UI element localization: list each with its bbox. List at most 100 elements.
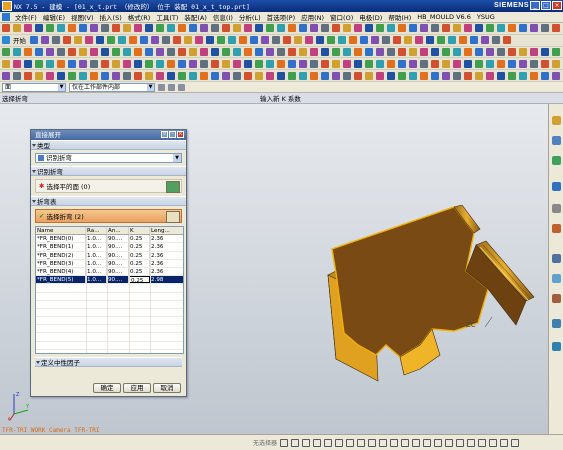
sketch-icon[interactable] [321, 47, 329, 56]
menu-window[interactable]: 窗口(O) [327, 12, 356, 22]
revolve-icon[interactable] [162, 36, 170, 45]
pattern-icon[interactable] [90, 24, 98, 33]
sketch-icon[interactable] [530, 59, 538, 68]
extrude-icon[interactable] [552, 47, 560, 56]
feature-icon[interactable] [129, 36, 137, 45]
table-cell[interactable]: 0.25 [129, 259, 150, 267]
chevron-down-icon[interactable]: ▼ [173, 154, 181, 162]
trim-icon[interactable] [156, 59, 164, 68]
snap-point-icon[interactable] [291, 438, 300, 447]
table-row[interactable]: *FR_BEND(3) 1.0... 90.... 0.25 2.36 [36, 259, 183, 268]
trim-icon[interactable] [167, 47, 175, 56]
sketch-icon[interactable] [233, 24, 241, 33]
sketch-icon[interactable] [123, 24, 131, 33]
pattern-icon[interactable] [107, 36, 115, 45]
snap-point-icon[interactable] [313, 438, 322, 447]
measure-icon[interactable] [57, 71, 65, 80]
pattern-icon[interactable] [217, 36, 225, 45]
bend-table-group-header[interactable]: 折弯表 [31, 196, 186, 206]
blend-icon[interactable] [244, 59, 252, 68]
pattern-icon[interactable] [57, 59, 65, 68]
hole-icon[interactable] [393, 36, 401, 45]
extrude-icon[interactable] [530, 71, 538, 80]
revolve-icon[interactable] [332, 59, 340, 68]
sketch-icon[interactable] [470, 36, 478, 45]
revolve-icon[interactable] [365, 24, 373, 33]
blend-icon[interactable] [134, 59, 142, 68]
feature-icon[interactable] [409, 59, 417, 68]
measure-icon[interactable] [228, 36, 236, 45]
feature-icon[interactable] [552, 24, 560, 33]
revolve-icon[interactable] [101, 71, 109, 80]
measure-icon[interactable] [497, 71, 505, 80]
blend-icon[interactable] [343, 71, 351, 80]
blend-icon[interactable] [294, 36, 302, 45]
pattern-icon[interactable] [497, 59, 505, 68]
select-bend-icon[interactable] [166, 211, 180, 223]
extrude-icon[interactable] [211, 59, 219, 68]
table-cell[interactable]: 0.25 [129, 243, 150, 251]
sketch-icon[interactable] [189, 71, 197, 80]
feature-icon[interactable] [90, 47, 98, 56]
sketch-icon[interactable] [90, 59, 98, 68]
snap-point-icon[interactable] [346, 438, 355, 447]
extrude-icon[interactable] [90, 71, 98, 80]
selection-scope-dropdown[interactable]: 仅在工作部件内部 [69, 82, 155, 92]
extrude-icon[interactable] [310, 71, 318, 80]
trim-icon[interactable] [365, 71, 373, 80]
snap-icon[interactable] [178, 83, 185, 91]
feature-icon[interactable] [222, 24, 230, 33]
maximize-icon[interactable]: □ [541, 1, 551, 10]
col-length[interactable]: Leng... [150, 227, 177, 234]
snap-point-icon[interactable] [423, 438, 432, 447]
trim-icon[interactable] [409, 24, 417, 33]
feature-icon[interactable] [332, 24, 340, 33]
chamfer-icon[interactable] [486, 47, 494, 56]
feature-icon[interactable] [310, 47, 318, 56]
pattern-icon[interactable] [420, 24, 428, 33]
snap-point-icon[interactable] [368, 438, 377, 447]
select-face-icon[interactable] [166, 181, 180, 193]
hole-icon[interactable] [244, 47, 252, 56]
measure-icon[interactable] [448, 36, 456, 45]
table-row[interactable]: *FR_BEND(4) 1.0... 90.... 0.25 2.36 [36, 267, 183, 277]
trim-icon[interactable] [189, 24, 197, 33]
feature-icon[interactable] [299, 59, 307, 68]
sketch-icon[interactable] [541, 47, 549, 56]
snap-point-icon[interactable] [280, 438, 289, 447]
measure-icon[interactable] [321, 24, 329, 33]
chamfer-icon[interactable] [266, 47, 274, 56]
hole-icon[interactable] [376, 24, 384, 33]
hole-icon[interactable] [2, 71, 10, 80]
hole-icon[interactable] [63, 36, 71, 45]
measure-icon[interactable] [541, 24, 549, 33]
chamfer-icon[interactable] [365, 59, 373, 68]
menu-analysis[interactable]: 分析(L) [236, 12, 264, 22]
blend-icon[interactable] [365, 47, 373, 56]
blend-icon[interactable] [497, 24, 505, 33]
type-filter-dropdown[interactable]: 面 [2, 82, 66, 92]
sketch-icon[interactable] [30, 36, 38, 45]
sketch-icon[interactable] [299, 71, 307, 80]
trim-icon[interactable] [46, 59, 54, 68]
pattern-icon[interactable] [387, 59, 395, 68]
extrude-icon[interactable] [431, 59, 439, 68]
blend-icon[interactable] [277, 24, 285, 33]
snap-point-icon[interactable] [390, 438, 399, 447]
start-button[interactable]: 开始 [13, 35, 26, 45]
table-row[interactable]: *FR_BEND(5) 1.0... 90.... 0.25 2.98 [36, 276, 183, 285]
chamfer-icon[interactable] [156, 47, 164, 56]
table-cell[interactable]: 0.25 [129, 276, 150, 284]
pattern-icon[interactable] [376, 71, 384, 80]
hole-icon[interactable] [266, 24, 274, 33]
menu-electrode[interactable]: 电极(D) [356, 12, 385, 22]
sketch-icon[interactable] [519, 71, 527, 80]
sketch-icon[interactable] [211, 47, 219, 56]
pattern-icon[interactable] [508, 47, 516, 56]
pattern-icon[interactable] [167, 59, 175, 68]
pattern-icon[interactable] [156, 71, 164, 80]
snap-point-icon[interactable] [412, 438, 421, 447]
revolve-icon[interactable] [541, 71, 549, 80]
measure-icon[interactable] [431, 24, 439, 33]
feature-icon[interactable] [442, 24, 450, 33]
